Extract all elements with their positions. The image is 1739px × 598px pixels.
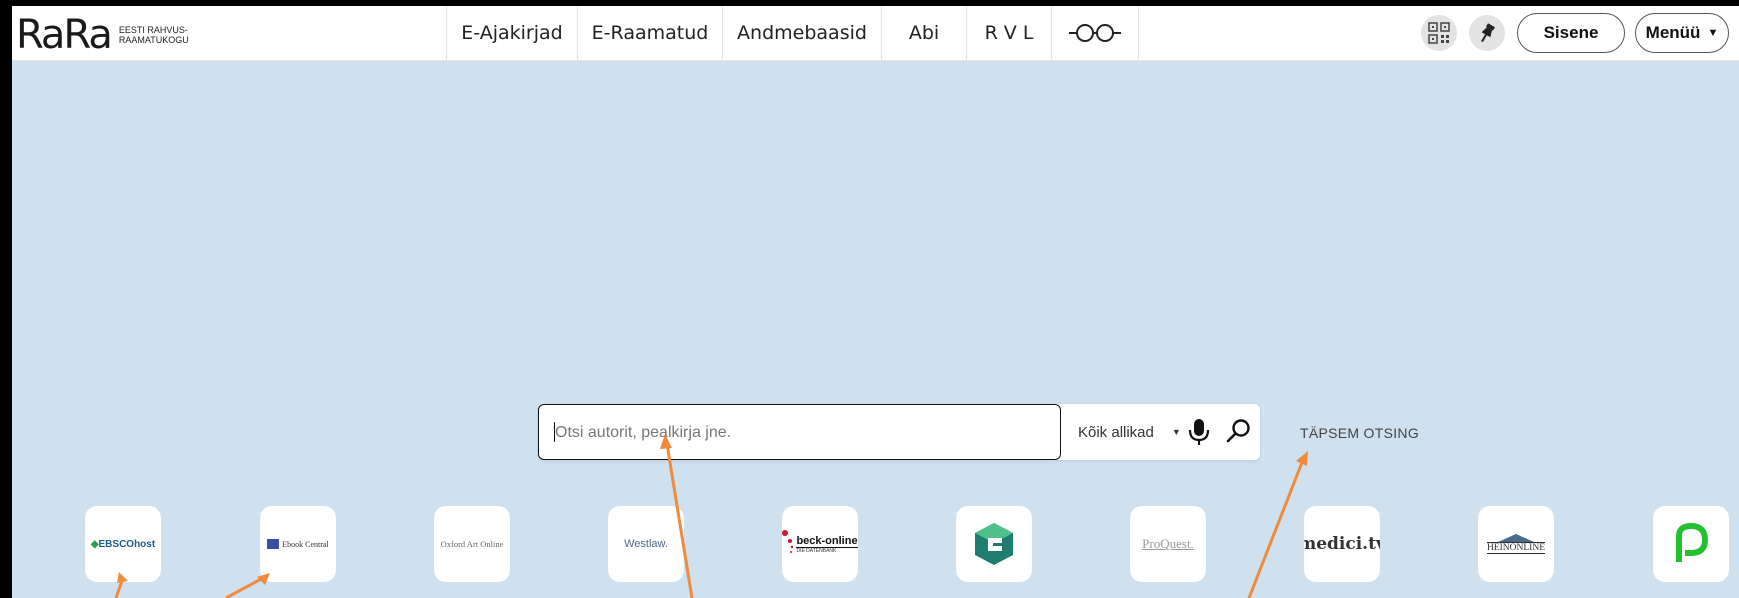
frame-border-left [0, 0, 12, 598]
pin-icon [1481, 23, 1495, 43]
page: RaRa EESTI RAHVUS- RAAMATUKOGU E-Ajakirj… [0, 0, 1739, 598]
sisene-button[interactable]: Sisene [1517, 13, 1625, 53]
glasses-icon [1069, 24, 1121, 42]
hero-area: Kõik allikad ▼ TÄPSEM OTSING ◆EBSCOhost [12, 61, 1739, 598]
menu-button[interactable]: Menüü ▼ [1635, 13, 1729, 53]
arrow-search-line [665, 443, 694, 598]
main-nav: E-Ajakirjad E-Raamatud Andmebaasid Abi R… [446, 6, 1139, 60]
pin-button[interactable] [1469, 15, 1505, 51]
logo-line-1: EESTI RAHVUS- [118, 25, 188, 35]
annotation-arrows [114, 434, 1308, 598]
arrow-ebook-line [225, 576, 264, 598]
arrow-ebsco-head [117, 572, 128, 583]
menu-label: Menüü [1645, 23, 1701, 42]
logo-text: EESTI RAHVUS- RAAMATUKOGU [119, 25, 189, 45]
nav-item-rvl[interactable]: R V L [966, 6, 1051, 60]
logo-line-2: RAAMATUKOGU [118, 35, 189, 45]
header-actions: Sisene Menüü ▼ [1421, 6, 1739, 60]
top-header: RaRa EESTI RAHVUS- RAAMATUKOGU E-Ajakirj… [12, 6, 1739, 64]
logo-mark: RaRa [16, 12, 113, 58]
nav-item-e-ajakirjad[interactable]: E-Ajakirjad [446, 6, 577, 60]
nav-item-glasses[interactable] [1051, 6, 1139, 60]
arrow-search-head [660, 434, 672, 449]
site-logo[interactable]: RaRa EESTI RAHVUS- RAAMATUKOGU [16, 12, 189, 58]
arrow-advanced-line [1247, 459, 1305, 598]
nav-item-e-raamatud[interactable]: E-Raamatud [577, 6, 722, 60]
qr-code-button[interactable] [1421, 15, 1457, 51]
nav-item-andmebaasid[interactable]: Andmebaasid [722, 6, 881, 60]
qr-code-icon [1428, 22, 1450, 44]
nav-item-abi[interactable]: Abi [881, 6, 966, 60]
caret-down-icon: ▼ [1707, 27, 1719, 39]
